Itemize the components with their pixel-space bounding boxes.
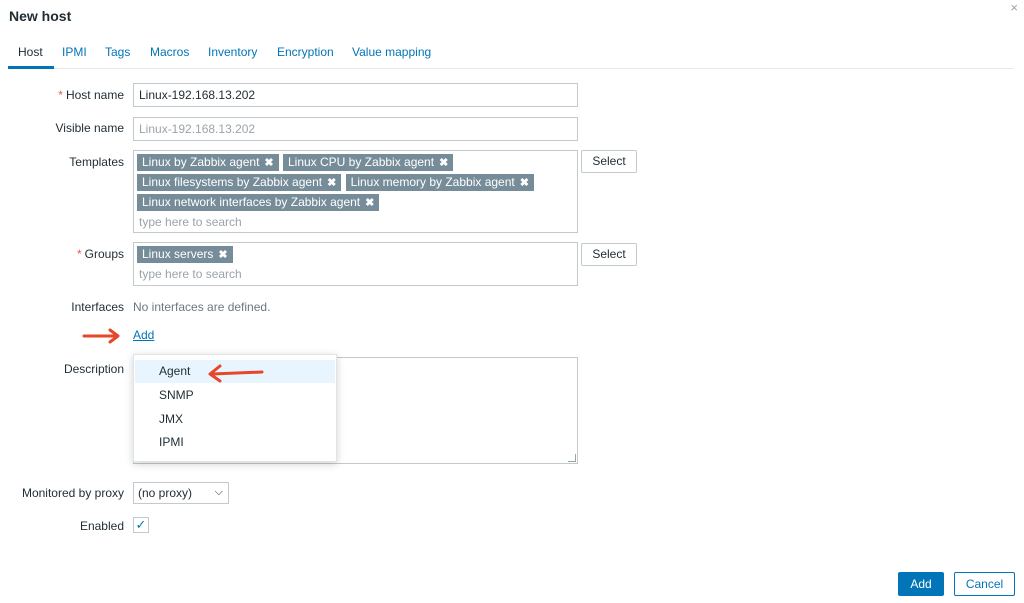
remove-icon[interactable]: ✖: [264, 157, 273, 169]
tab-bar: Host IPMI Tags Macros Inventory Encrypti…: [8, 40, 1014, 69]
template-chip: Linux by Zabbix agent ✖: [137, 154, 279, 171]
description-label: Description: [63, 362, 124, 376]
groups-label: * Groups: [77, 247, 124, 261]
templates-label: Templates: [69, 155, 124, 169]
enabled-label: Enabled: [79, 519, 124, 533]
proxy-select-value: (no proxy): [138, 486, 193, 500]
close-icon[interactable]: ×: [1010, 0, 1018, 15]
template-chip: Linux memory by Zabbix agent ✖: [345, 174, 534, 191]
groups-multiselect[interactable]: Linux servers ✖ type here to search: [133, 242, 578, 286]
host-name-label: * Host name: [58, 88, 124, 102]
proxy-label: Monitored by proxy: [21, 486, 124, 500]
templates-search-input[interactable]: type here to search: [136, 213, 575, 230]
tab-macros[interactable]: Macros: [150, 45, 189, 59]
tab-tags[interactable]: Tags: [105, 45, 130, 59]
remove-icon[interactable]: ✖: [439, 157, 448, 169]
enabled-checkbox[interactable]: ✓: [133, 517, 149, 533]
menu-item-ipmi[interactable]: IPMI: [135, 431, 335, 454]
menu-item-jmx[interactable]: JMX: [135, 408, 335, 431]
resize-grip-icon[interactable]: [568, 454, 576, 462]
templates-select-button[interactable]: Select: [581, 150, 637, 173]
required-marker: *: [76, 247, 82, 261]
visible-name-input[interactable]: Linux-192.168.13.202: [133, 117, 578, 141]
template-chip: Linux CPU by Zabbix agent ✖: [282, 154, 454, 171]
proxy-select[interactable]: (no proxy) ⌵: [133, 482, 229, 504]
template-chip-label: Linux filesystems by Zabbix agent: [142, 175, 323, 189]
template-chip-label: Linux network interfaces by Zabbix agent: [142, 195, 361, 209]
group-chip-label: Linux servers: [142, 247, 214, 261]
tab-inventory[interactable]: Inventory: [208, 45, 257, 59]
group-chip: Linux servers ✖: [137, 246, 233, 263]
remove-icon[interactable]: ✖: [365, 197, 374, 209]
dialog-title: New host: [9, 8, 72, 24]
active-tab-indicator: [8, 66, 54, 69]
required-marker: *: [58, 88, 63, 102]
annotation-arrow-icon: [208, 364, 264, 383]
chevron-down-icon: ⌵: [214, 486, 223, 498]
host-name-input[interactable]: Linux-192.168.13.202: [133, 83, 578, 107]
visible-name-label: Visible name: [55, 121, 124, 135]
template-chip-label: Linux memory by Zabbix agent: [350, 175, 515, 189]
remove-icon[interactable]: ✖: [327, 177, 336, 189]
groups-select-button[interactable]: Select: [581, 243, 637, 266]
tab-encryption[interactable]: Encryption: [277, 45, 334, 59]
add-button[interactable]: Add: [898, 572, 944, 596]
groups-search-input[interactable]: type here to search: [136, 265, 575, 282]
tab-host[interactable]: Host: [18, 45, 43, 59]
annotation-arrow-icon: [82, 328, 120, 344]
add-interface-link[interactable]: Add: [133, 328, 154, 342]
cancel-button[interactable]: Cancel: [954, 572, 1015, 596]
template-chip-label: Linux by Zabbix agent: [142, 155, 260, 169]
template-chip: Linux network interfaces by Zabbix agent…: [137, 194, 380, 211]
interfaces-label: Interfaces: [71, 300, 124, 314]
templates-multiselect[interactable]: Linux by Zabbix agent ✖ Linux CPU by Zabb…: [133, 150, 578, 233]
template-chip: Linux filesystems by Zabbix agent ✖: [137, 174, 342, 191]
interfaces-empty-text: No interfaces are defined.: [133, 300, 271, 314]
remove-icon[interactable]: ✖: [520, 177, 529, 189]
tab-value-mapping[interactable]: Value mapping: [352, 45, 431, 59]
groups-label-text: Groups: [84, 247, 124, 261]
template-chip-label: Linux CPU by Zabbix agent: [287, 155, 435, 169]
menu-item-snmp[interactable]: SNMP: [135, 384, 335, 407]
tab-ipmi[interactable]: IPMI: [62, 45, 87, 59]
remove-icon[interactable]: ✖: [218, 249, 227, 261]
host-name-label-text: Host name: [65, 88, 124, 102]
